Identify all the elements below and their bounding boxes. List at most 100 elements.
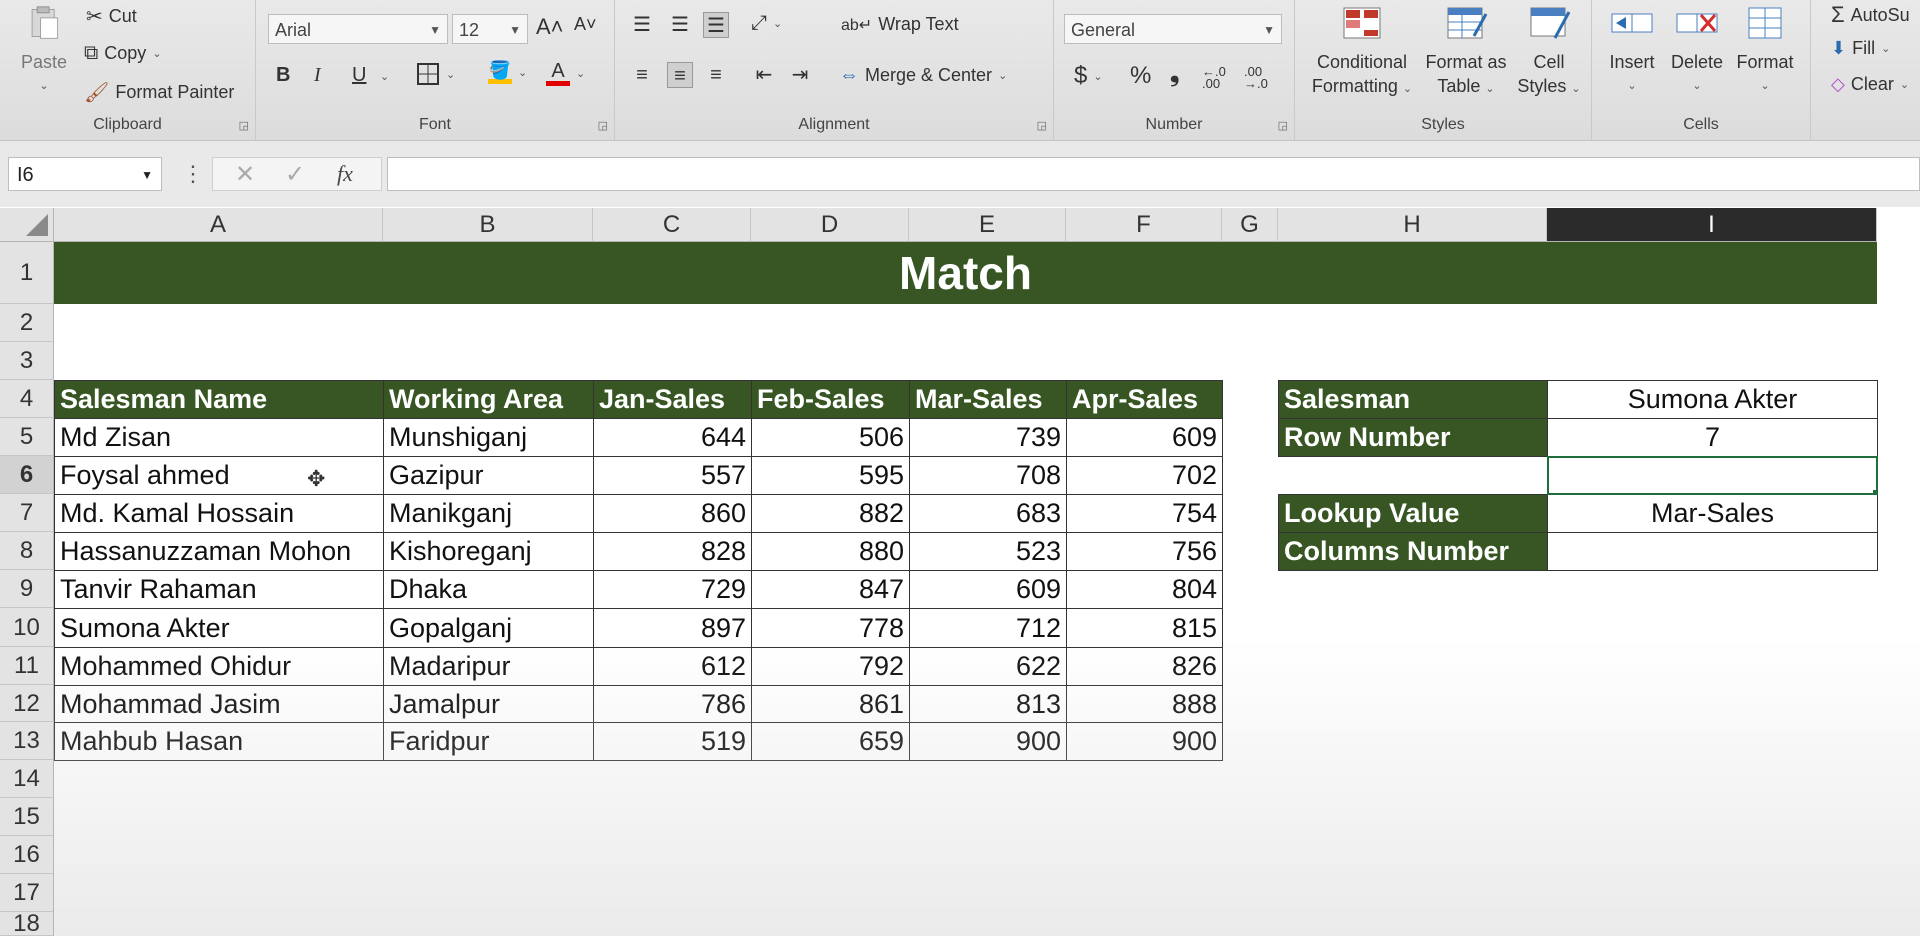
conditional-formatting-button[interactable]: Conditional Formatting ⌄ (1307, 6, 1417, 101)
format-painter-button[interactable]: 🖌 Format Painter (84, 80, 234, 105)
table-cell[interactable]: 861 (751, 685, 910, 723)
table-cell[interactable]: 644 (593, 418, 752, 457)
row-number-value-cell[interactable]: 7 (1547, 418, 1878, 457)
row-header-10[interactable]: 10 (0, 608, 54, 647)
insert-button[interactable]: Insert ⌄ (1602, 6, 1662, 98)
currency-button[interactable]: $ ⌄ (1074, 62, 1103, 90)
align-left-button[interactable]: ≡ (629, 62, 655, 88)
row-header-9[interactable]: 9 (0, 570, 54, 608)
table-cell[interactable]: 609 (909, 570, 1067, 609)
table-cell[interactable]: 792 (751, 647, 910, 686)
fill-color-button[interactable]: 🪣 ⌄ (488, 60, 527, 84)
italic-button[interactable]: I (314, 64, 321, 87)
row-header-16[interactable]: 16 (0, 836, 54, 874)
table-cell[interactable]: 888 (1066, 685, 1223, 723)
table-cell[interactable]: Madaripur (383, 647, 594, 686)
table-cell[interactable]: 729 (593, 570, 752, 609)
column-header-f[interactable]: F (1066, 208, 1222, 242)
borders-button[interactable]: ⌄ (416, 62, 455, 86)
middle-align-button[interactable]: ☰ (667, 12, 693, 38)
column-header-a[interactable]: A (54, 208, 383, 242)
table-cell[interactable]: 609 (1066, 418, 1223, 457)
column-header-h[interactable]: H (1278, 208, 1547, 242)
table-cell[interactable]: 826 (1066, 647, 1223, 686)
row-header-18[interactable]: 18 (0, 912, 54, 936)
table-cell[interactable]: 659 (751, 722, 910, 761)
row-header-8[interactable]: 8 (0, 532, 54, 570)
more-options-icon[interactable]: ⋮ (182, 161, 204, 187)
row-header-4[interactable]: 4 (0, 380, 54, 418)
row-header-5[interactable]: 5 (0, 418, 54, 456)
table-header-cell[interactable]: Working Area (383, 380, 594, 419)
table-cell[interactable]: 900 (1066, 722, 1223, 761)
enter-icon[interactable]: ✓ (285, 160, 305, 189)
table-cell[interactable]: Md Zisan (54, 418, 384, 457)
table-cell[interactable]: 708 (909, 456, 1067, 495)
columns-number-label-cell[interactable]: Columns Number (1278, 532, 1548, 571)
table-cell[interactable]: 882 (751, 494, 910, 533)
lookup-value-label-cell[interactable]: Lookup Value (1278, 494, 1548, 533)
table-cell[interactable]: 828 (593, 532, 752, 571)
row-header-15[interactable]: 15 (0, 798, 54, 836)
insert-function-icon[interactable]: fx (337, 161, 353, 187)
increase-decimal-button[interactable]: ←.0.00 (1202, 65, 1226, 90)
column-header-b[interactable]: B (383, 208, 593, 242)
row-header-11[interactable]: 11 (0, 647, 54, 685)
table-cell[interactable]: 860 (593, 494, 752, 533)
underline-button[interactable]: U (352, 64, 366, 87)
table-cell[interactable]: 523 (909, 532, 1067, 571)
wrap-text-button[interactable]: ab↵ Wrap Text (841, 14, 959, 35)
paste-button[interactable]: Paste ⌄ (6, 6, 82, 98)
table-cell[interactable]: 702 (1066, 456, 1223, 495)
row-header-14[interactable]: 14 (0, 760, 54, 798)
comma-style-button[interactable]: ❟ (1170, 60, 1179, 88)
select-all-corner[interactable] (0, 208, 54, 242)
cell-styles-button[interactable]: Cell Styles ⌄ (1513, 6, 1585, 101)
table-cell[interactable]: Kishoreganj (383, 532, 594, 571)
dialog-launcher-icon[interactable]: ◲ (239, 119, 249, 132)
table-cell[interactable]: 786 (593, 685, 752, 723)
font-color-button[interactable]: A ⌄ (546, 60, 585, 86)
table-cell[interactable]: Mohammad Jasim (54, 685, 384, 723)
delete-button[interactable]: Delete ⌄ (1666, 6, 1728, 98)
table-cell[interactable]: Tanvir Rahaman (54, 570, 384, 609)
row-number-label-cell[interactable]: Row Number (1278, 418, 1548, 457)
table-cell[interactable]: 847 (751, 570, 910, 609)
table-cell[interactable]: 804 (1066, 570, 1223, 609)
table-header-cell[interactable]: Apr-Sales (1066, 380, 1223, 419)
dialog-launcher-icon[interactable]: ◲ (1037, 119, 1047, 132)
bottom-align-button[interactable]: ☰ (703, 12, 729, 38)
top-align-button[interactable]: ☰ (629, 12, 655, 38)
autosum-button[interactable]: Σ AutoSu (1831, 2, 1910, 28)
table-header-cell[interactable]: Salesman Name (54, 380, 384, 419)
table-cell[interactable]: 900 (909, 722, 1067, 761)
bold-button[interactable]: B (276, 64, 290, 87)
table-cell[interactable]: 519 (593, 722, 752, 761)
formula-input[interactable] (387, 157, 1920, 191)
table-cell[interactable]: Mohammed Ohidur (54, 647, 384, 686)
font-name-select[interactable]: Arial ▼ (268, 14, 448, 44)
fill-button[interactable]: ⬇ Fill ⌄ (1831, 38, 1890, 59)
table-cell[interactable]: Hassanuzzaman Mohon (54, 532, 384, 571)
merge-center-button[interactable]: ⇔ Merge & Center ⌄ (839, 64, 1007, 87)
percent-button[interactable]: % (1130, 62, 1151, 90)
align-center-button[interactable]: ≡ (667, 62, 693, 88)
table-cell[interactable]: Munshiganj (383, 418, 594, 457)
row-header-7[interactable]: 7 (0, 494, 54, 532)
cancel-icon[interactable]: ✕ (235, 160, 255, 189)
table-cell[interactable]: 813 (909, 685, 1067, 723)
table-cell[interactable]: Jamalpur (383, 685, 594, 723)
row-header-12[interactable]: 12 (0, 685, 54, 722)
copy-button[interactable]: ⧉ Copy ⌄ (84, 42, 162, 65)
font-size-select[interactable]: 12 ▼ (452, 14, 528, 44)
row-header-3[interactable]: 3 (0, 342, 54, 380)
table-cell[interactable]: Sumona Akter (54, 608, 384, 648)
row-header-17[interactable]: 17 (0, 874, 54, 912)
salesman-label-cell[interactable]: Salesman (1278, 380, 1548, 419)
format-button[interactable]: Format ⌄ (1732, 6, 1798, 98)
table-cell[interactable]: 754 (1066, 494, 1223, 533)
number-format-select[interactable]: General ▼ (1064, 14, 1282, 44)
column-header-i[interactable]: I (1547, 208, 1877, 242)
column-header-e[interactable]: E (909, 208, 1066, 242)
grow-font-button[interactable]: A˄ (536, 14, 564, 40)
